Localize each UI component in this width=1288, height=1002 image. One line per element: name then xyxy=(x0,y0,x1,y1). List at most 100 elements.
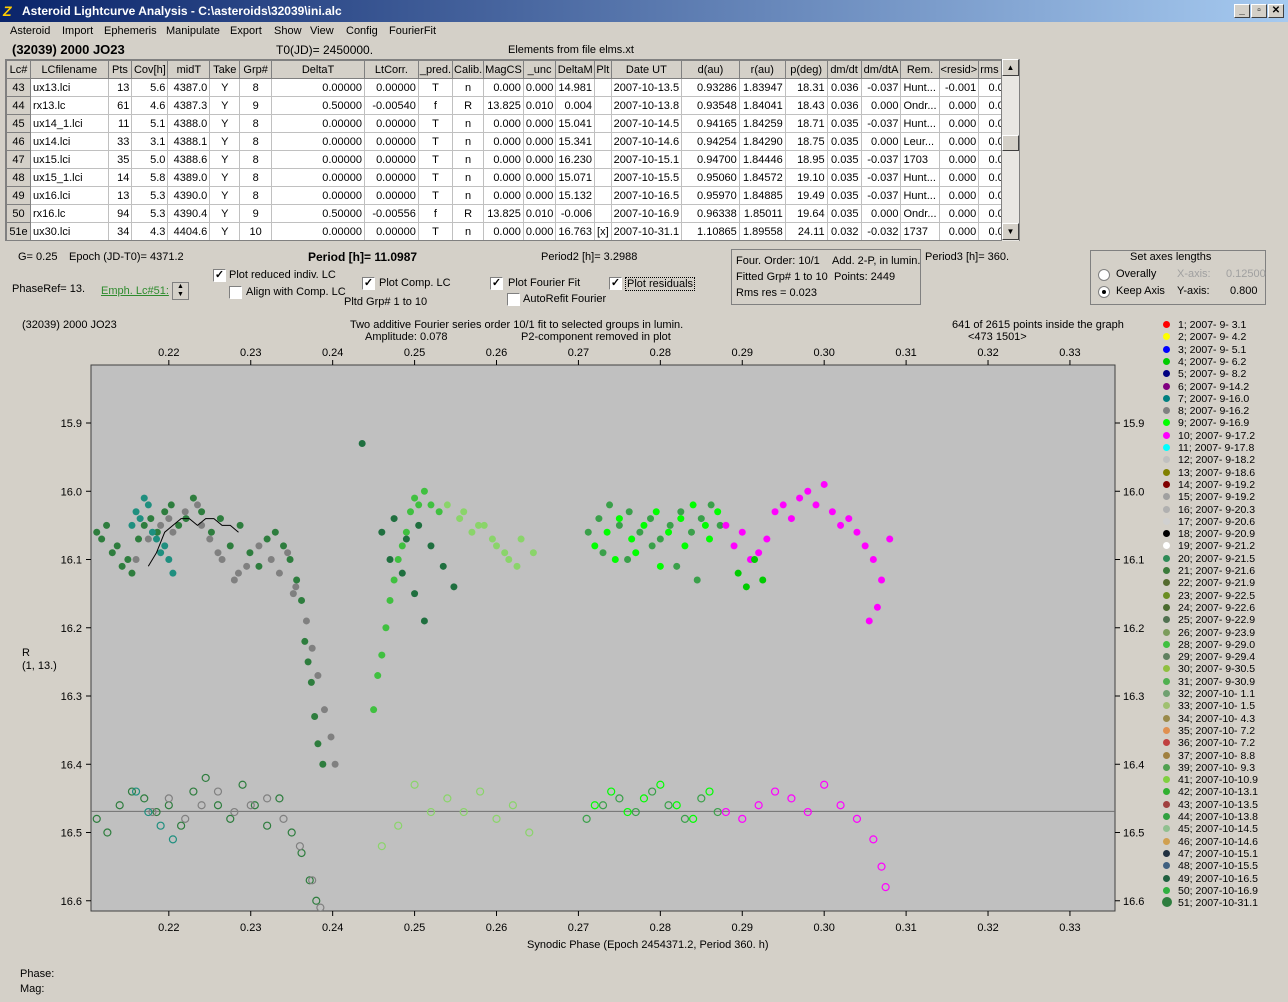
table-cell[interactable]: ux14_1.lci xyxy=(29,114,109,133)
table-cell[interactable]: 5.0 xyxy=(131,150,169,169)
table-cell[interactable]: f xyxy=(417,204,454,223)
table-cell[interactable]: f xyxy=(417,96,454,115)
column-header[interactable]: _unc xyxy=(522,60,557,79)
table-cell[interactable]: 0.000 xyxy=(483,186,524,205)
table-cell[interactable]: 1.84041 xyxy=(738,96,786,115)
menu-asteroid[interactable]: Asteroid xyxy=(10,25,50,37)
table-cell[interactable]: 50 xyxy=(6,204,31,223)
table-cell[interactable]: 2007-10-13.8 xyxy=(610,96,683,115)
table-cell[interactable]: 47 xyxy=(6,150,31,169)
table-cell[interactable]: 8 xyxy=(239,114,273,133)
menu-export[interactable]: Export xyxy=(230,25,262,37)
column-header[interactable]: r(au) xyxy=(738,60,786,79)
table-cell[interactable]: 0.00000 xyxy=(271,114,365,133)
table-cell[interactable]: 0.00000 xyxy=(271,150,365,169)
table-cell[interactable]: 18.75 xyxy=(784,132,828,151)
table-cell[interactable]: ux14.lci xyxy=(29,132,109,151)
table-cell[interactable]: 0.94165 xyxy=(681,114,740,133)
table-cell[interactable]: T xyxy=(417,78,454,97)
table-cell[interactable]: T xyxy=(417,186,454,205)
table-row[interactable]: 45 ux14_1.lci 11 5.1 4388.0 Y 8 0.00000 0.00000 T… xyxy=(6,114,1019,133)
yaxis-value[interactable]: 0.800 xyxy=(1230,285,1258,297)
table-cell[interactable]: 51e xyxy=(6,222,31,240)
table-cell[interactable]: 0.00000 xyxy=(271,168,365,187)
column-header[interactable]: MagCS xyxy=(483,60,524,79)
table-cell[interactable]: 44 xyxy=(6,96,31,115)
table-cell[interactable]: -0.00540 xyxy=(363,96,419,115)
table-cell[interactable]: ux30.lci xyxy=(29,222,109,240)
table-cell[interactable]: 0.035 xyxy=(826,114,862,133)
table-cell[interactable]: 0.036 xyxy=(826,78,862,97)
table-cell[interactable]: 13 xyxy=(107,78,133,97)
table-cell[interactable]: -0.037 xyxy=(860,114,902,133)
column-header[interactable]: DeltaM xyxy=(555,60,596,79)
table-cell[interactable]: 1703 xyxy=(900,150,940,169)
table-cell[interactable]: 4.6 xyxy=(131,96,169,115)
table-cell[interactable]: T xyxy=(417,222,454,240)
table-cell[interactable]: 13 xyxy=(107,186,133,205)
emph-spinner[interactable]: ▲ ▼ xyxy=(172,282,189,300)
table-cell[interactable]: 43 xyxy=(6,78,31,97)
table-cell[interactable]: -0.00556 xyxy=(363,204,419,223)
menu-fourierfit[interactable]: FourierFit xyxy=(389,25,436,37)
table-cell[interactable] xyxy=(594,168,612,187)
table-cell[interactable]: 1.85011 xyxy=(738,204,786,223)
table-cell[interactable]: 1.84885 xyxy=(738,186,786,205)
table-cell[interactable] xyxy=(594,132,612,151)
menu-ephemeris[interactable]: Ephemeris xyxy=(104,25,157,37)
table-cell[interactable]: n xyxy=(452,114,485,133)
table-cell[interactable]: 15.071 xyxy=(555,168,596,187)
table-cell[interactable]: 5.1 xyxy=(131,114,169,133)
table-cell[interactable]: -0.037 xyxy=(860,150,902,169)
column-header[interactable]: Cov[h] xyxy=(131,60,169,79)
table-cell[interactable]: 13.825 xyxy=(483,204,524,223)
column-header[interactable]: d(au) xyxy=(681,60,740,79)
table-cell[interactable]: 61 xyxy=(107,96,133,115)
table-cell[interactable]: 4387.0 xyxy=(167,78,211,97)
table-cell[interactable]: 46 xyxy=(6,132,31,151)
table-cell[interactable]: 14.981 xyxy=(555,78,596,97)
table-cell[interactable]: n xyxy=(452,78,485,97)
table-cell[interactable]: 4388.1 xyxy=(167,132,211,151)
table-cell[interactable]: T xyxy=(417,150,454,169)
table-cell[interactable]: 48 xyxy=(6,168,31,187)
table-cell[interactable]: n xyxy=(452,132,485,151)
table-cell[interactable]: 0.010 xyxy=(522,204,557,223)
table-cell[interactable]: 0.00000 xyxy=(271,222,365,240)
table-cell[interactable]: T xyxy=(417,168,454,187)
table-cell[interactable]: 0.94254 xyxy=(681,132,740,151)
plot-canvas[interactable]: 0.22 0.22 0.23 0.23 0.24 0.24 0.25 0.25 0.26 0.26… xyxy=(18,313,1158,963)
emph-lc-link[interactable]: Emph. Lc#51: xyxy=(101,285,169,297)
column-header[interactable]: Plt xyxy=(594,60,612,79)
table-cell[interactable]: 0.000 xyxy=(938,96,980,115)
table-cell[interactable]: rx13.lc xyxy=(29,96,109,115)
table-cell[interactable]: 0.035 xyxy=(826,204,862,223)
table-cell[interactable]: 4388.6 xyxy=(167,150,211,169)
table-row[interactable]: 44 rx13.lc 61 4.6 4387.3 Y 9 0.50000 -0.00540 f R 1… xyxy=(6,96,1019,115)
table-cell[interactable]: 0.000 xyxy=(483,150,524,169)
column-header[interactable]: Grp# xyxy=(239,60,273,79)
table-cell[interactable]: Y xyxy=(209,114,241,133)
table-cell[interactable]: -0.037 xyxy=(860,186,902,205)
column-header[interactable]: dm/dtA xyxy=(860,60,902,79)
table-cell[interactable]: Y xyxy=(209,222,241,240)
table-cell[interactable]: 18.95 xyxy=(784,150,828,169)
table-cell[interactable]: 0.00000 xyxy=(363,150,419,169)
table-cell[interactable]: 0.000 xyxy=(938,186,980,205)
table-cell[interactable]: 8 xyxy=(239,150,273,169)
table-cell[interactable]: 8 xyxy=(239,78,273,97)
column-header[interactable]: LtCorr. xyxy=(363,60,419,79)
table-cell[interactable]: 2007-10-14.5 xyxy=(610,114,683,133)
table-cell[interactable] xyxy=(594,204,612,223)
column-header[interactable]: Rem. xyxy=(900,60,940,79)
table-cell[interactable]: 1.84572 xyxy=(738,168,786,187)
table-cell[interactable]: 0.000 xyxy=(938,222,980,240)
table-cell[interactable]: 1.84259 xyxy=(738,114,786,133)
table-cell[interactable]: 4390.0 xyxy=(167,186,211,205)
table-cell[interactable]: Y xyxy=(209,186,241,205)
menu-manipulate[interactable]: Manipulate xyxy=(166,25,220,37)
table-cell[interactable]: Ondr... xyxy=(900,96,940,115)
table-cell[interactable]: 0.00000 xyxy=(363,186,419,205)
table-cell[interactable]: ux13.lci xyxy=(29,78,109,97)
table-cell[interactable]: 9 xyxy=(239,96,273,115)
